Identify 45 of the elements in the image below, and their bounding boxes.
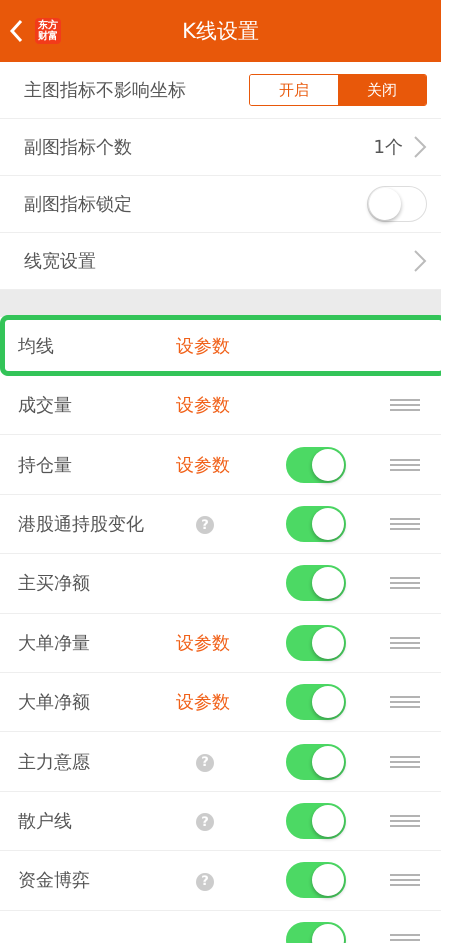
drag-handle-icon[interactable] xyxy=(390,814,420,827)
back-icon[interactable] xyxy=(9,19,23,43)
segment-option[interactable]: 关闭 xyxy=(338,75,426,105)
indicator-label: 资金博弈 xyxy=(18,870,90,892)
toggle-switch[interactable] xyxy=(286,446,346,483)
setting-label: 主图指标不影响坐标 xyxy=(24,79,187,102)
toggle-switch[interactable] xyxy=(286,684,346,720)
page-title: K线设置 xyxy=(182,18,259,45)
set-params-link[interactable]: 设参数 xyxy=(176,454,230,476)
chevron-icon[interactable] xyxy=(413,135,427,159)
indicator-label: 大单净额 xyxy=(18,692,90,714)
drag-handle-icon[interactable] xyxy=(390,756,420,768)
set-params-link[interactable]: 设参数 xyxy=(176,692,230,714)
toggle-switch[interactable] xyxy=(286,565,346,602)
drag-handle-icon[interactable] xyxy=(390,636,420,649)
indicator-label: 持仓量 xyxy=(18,454,72,476)
drag-handle-icon[interactable] xyxy=(390,577,420,590)
toggle-switch[interactable] xyxy=(367,186,427,222)
drag-handle-icon[interactable] xyxy=(390,874,420,886)
indicator-label: 成交量 xyxy=(18,395,72,416)
setting-value: 1个 xyxy=(374,136,403,159)
indicator-label: 大单净量 xyxy=(18,632,90,654)
toggle-switch[interactable] xyxy=(286,744,346,780)
indicator-label: 散户线 xyxy=(18,810,72,832)
setting-label: 副图指标个数 xyxy=(24,136,133,159)
chevron-icon[interactable] xyxy=(413,249,427,273)
logo: 东方 财富 xyxy=(35,18,61,44)
set-params-link[interactable]: 设参数 xyxy=(176,336,230,356)
toggle-switch[interactable] xyxy=(286,862,346,898)
toggle-switch[interactable] xyxy=(286,802,346,839)
drag-handle-icon[interactable] xyxy=(390,399,420,412)
drag-handle-icon[interactable] xyxy=(390,934,420,943)
drag-handle-icon[interactable] xyxy=(390,518,420,530)
indicator-label: 主买净额 xyxy=(18,573,90,594)
set-params-link[interactable]: 设参数 xyxy=(176,395,230,416)
drag-handle-icon[interactable] xyxy=(390,458,420,471)
drag-handle-icon[interactable] xyxy=(390,696,420,708)
toggle-switch[interactable] xyxy=(286,506,346,542)
indicator-label: 港股通持股变化 xyxy=(18,514,144,535)
setting-label: 副图指标锁定 xyxy=(24,193,133,216)
toggle-switch[interactable] xyxy=(286,624,346,661)
indicator-label: 均线 xyxy=(18,336,54,356)
setting-label: 线宽设置 xyxy=(24,250,97,273)
indicator-label: 主力意愿 xyxy=(18,752,90,773)
set-params-link[interactable]: 设参数 xyxy=(176,632,230,654)
